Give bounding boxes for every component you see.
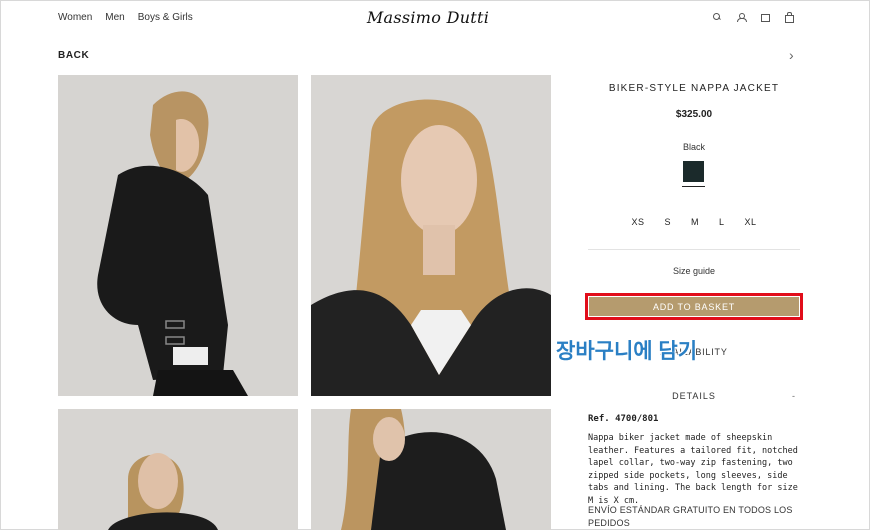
add-to-basket-highlight: ADD TO BASKET [585,293,803,320]
search-icon[interactable] [712,12,722,22]
size-option-xs[interactable]: XS [631,217,644,227]
product-price: $325.00 [675,109,713,120]
product-title: BIKER-STYLE NAPPA JACKET [608,83,780,94]
color-name: Black [682,142,705,152]
color-swatch-black[interactable] [683,161,704,182]
size-selector: XS S M L XL [588,217,800,227]
chevron-right-icon[interactable]: › [789,47,794,63]
back-link[interactable]: BACK [58,50,89,61]
size-option-l[interactable]: L [719,217,725,227]
bag-icon[interactable] [784,12,794,23]
shipping-note: ENVÍO ESTÁNDAR GRATUITO EN TODOS LOS PED… [588,505,793,528]
divider [588,249,800,250]
collapse-icon[interactable]: - [792,391,795,401]
size-guide-link[interactable]: Size guide [588,266,800,276]
product-photo-4[interactable] [311,409,551,530]
swatch-selected-underline [682,186,705,187]
product-photo-1[interactable] [58,75,298,396]
product-photo-3[interactable] [58,409,298,530]
user-icon[interactable] [736,12,747,22]
header-icons [712,12,794,23]
product-ref: Ref. 4700/801 [588,414,659,424]
product-photo-2[interactable] [311,75,551,396]
annotation-label: 장바구니에 담기 [556,340,698,363]
size-option-m[interactable]: M [691,217,699,227]
size-option-s[interactable]: S [664,217,671,227]
wishlist-icon[interactable] [760,12,770,22]
details-toggle[interactable]: DETAILS [588,391,800,401]
add-to-basket-button[interactable]: ADD TO BASKET [589,297,799,316]
size-option-xl[interactable]: XL [745,217,757,227]
product-description: Nappa biker jacket made of sheepskin lea… [588,433,798,506]
